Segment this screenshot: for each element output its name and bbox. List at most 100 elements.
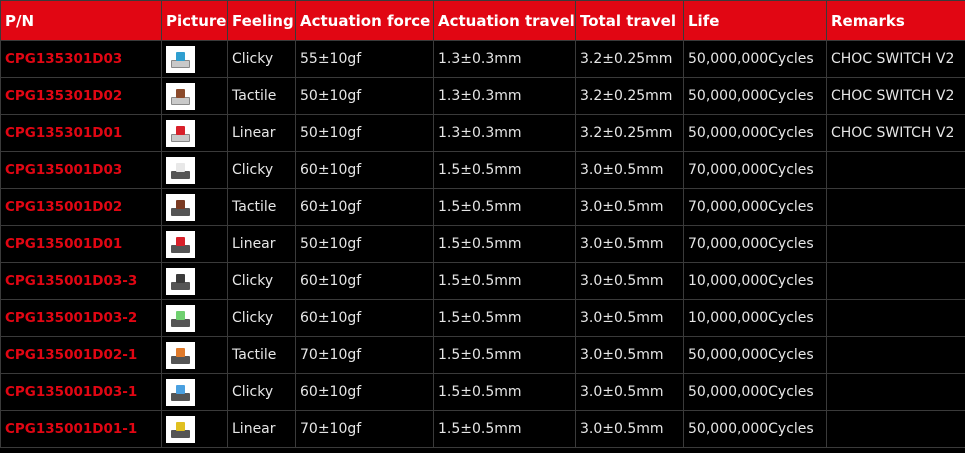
total-travel-cell: 3.0±0.5mm [575, 262, 684, 300]
header-life: Life [683, 0, 827, 41]
picture-cell [161, 410, 228, 448]
part-number-cell: CPG135301D01 [0, 114, 162, 152]
header-remarks: Remarks [826, 0, 965, 41]
life-cell: 50,000,000Cycles [683, 410, 827, 448]
feeling-cell: Linear [227, 410, 296, 448]
key-switch-icon [166, 193, 195, 221]
actuation-travel-cell: 1.5±0.5mm [433, 151, 576, 189]
remarks-cell: CHOC SWITCH V2 [826, 77, 965, 115]
total-travel-cell: 3.0±0.5mm [575, 410, 684, 448]
actuation-travel-cell: 1.5±0.5mm [433, 188, 576, 226]
key-switch-icon [166, 45, 195, 73]
picture-cell [161, 151, 228, 189]
table-row: CPG135001D01-1 Linear 70±10gf 1.5±0.5mm 3.0±… [0, 410, 965, 448]
total-travel-cell: 3.2±0.25mm [575, 77, 684, 115]
table-row: CPG135001D03-2 Clicky 60±10gf 1.5±0.5mm 3.0±… [0, 299, 965, 337]
actuation-travel-cell: 1.5±0.5mm [433, 225, 576, 263]
feeling-cell: Clicky [227, 40, 296, 78]
feeling-cell: Clicky [227, 151, 296, 189]
actuation-travel-cell: 1.5±0.5mm [433, 299, 576, 337]
picture-cell [161, 40, 228, 78]
life-cell: 50,000,000Cycles [683, 40, 827, 78]
remarks-cell [826, 299, 965, 337]
remarks-cell [826, 225, 965, 263]
actuation-travel-cell: 1.5±0.5mm [433, 262, 576, 300]
table-row: CPG135001D03-3 Clicky 60±10gf 1.5±0.5mm 3.0±… [0, 262, 965, 300]
feeling-cell: Tactile [227, 336, 296, 374]
remarks-cell [826, 188, 965, 226]
table-row: CPG135001D02-1 Tactile 70±10gf 1.5±0.5mm 3.0… [0, 336, 965, 374]
part-number-cell: CPG135001D02 [0, 188, 162, 226]
total-travel-cell: 3.2±0.25mm [575, 40, 684, 78]
picture-cell [161, 225, 228, 263]
key-switch-icon [166, 230, 195, 258]
picture-cell [161, 114, 228, 152]
table-row: CPG135301D03 Clicky 55±10gf 1.3±0.3mm 3.2±0.… [0, 40, 965, 78]
total-travel-cell: 3.0±0.5mm [575, 188, 684, 226]
total-travel-cell: 3.0±0.5mm [575, 336, 684, 374]
table-row: CPG135301D01 Linear 50±10gf 1.3±0.3mm 3.2±0.… [0, 114, 965, 152]
actuation-travel-cell: 1.3±0.3mm [433, 77, 576, 115]
life-cell: 70,000,000Cycles [683, 188, 827, 226]
total-travel-cell: 3.0±0.5mm [575, 373, 684, 411]
feeling-cell: Clicky [227, 262, 296, 300]
total-travel-cell: 3.0±0.5mm [575, 225, 684, 263]
part-number-cell: CPG135001D01-1 [0, 410, 162, 448]
actuation-force-cell: 60±10gf [295, 262, 434, 300]
part-number-cell: CPG135301D02 [0, 77, 162, 115]
key-switch-icon [166, 415, 195, 443]
feeling-cell: Linear [227, 114, 296, 152]
actuation-travel-cell: 1.3±0.3mm [433, 40, 576, 78]
feeling-cell: Tactile [227, 188, 296, 226]
remarks-cell [826, 410, 965, 448]
picture-cell [161, 77, 228, 115]
header-picture: Picture [161, 0, 228, 41]
life-cell: 50,000,000Cycles [683, 373, 827, 411]
picture-cell [161, 188, 228, 226]
table-row: CPG135001D02 Tactile 60±10gf 1.5±0.5mm 3.0±0… [0, 188, 965, 226]
part-number-cell: CPG135001D02-1 [0, 336, 162, 374]
remarks-cell [826, 151, 965, 189]
picture-cell [161, 262, 228, 300]
header-row: P/N Picture Feeling Actuation force Actu… [0, 0, 965, 41]
header-actuation-force: Actuation force [295, 0, 434, 41]
actuation-force-cell: 60±10gf [295, 373, 434, 411]
table-row: CPG135001D03-1 Clicky 60±10gf 1.5±0.5mm 3.0±… [0, 373, 965, 411]
life-cell: 10,000,000Cycles [683, 299, 827, 337]
feeling-cell: Clicky [227, 373, 296, 411]
remarks-cell [826, 262, 965, 300]
actuation-force-cell: 60±10gf [295, 299, 434, 337]
actuation-force-cell: 50±10gf [295, 225, 434, 263]
total-travel-cell: 3.0±0.5mm [575, 151, 684, 189]
part-number-cell: CPG135001D03 [0, 151, 162, 189]
life-cell: 50,000,000Cycles [683, 114, 827, 152]
picture-cell [161, 373, 228, 411]
actuation-travel-cell: 1.5±0.5mm [433, 373, 576, 411]
table-row: CPG135001D03 Clicky 60±10gf 1.5±0.5mm 3.0±0.… [0, 151, 965, 189]
actuation-force-cell: 60±10gf [295, 188, 434, 226]
key-switch-icon [166, 156, 195, 184]
actuation-force-cell: 70±10gf [295, 410, 434, 448]
key-switch-icon [166, 82, 195, 110]
life-cell: 50,000,000Cycles [683, 77, 827, 115]
key-switch-icon [166, 267, 195, 295]
part-number-cell: CPG135001D01 [0, 225, 162, 263]
actuation-travel-cell: 1.5±0.5mm [433, 410, 576, 448]
switch-spec-table: P/N Picture Feeling Actuation force Actu… [0, 0, 965, 448]
actuation-travel-cell: 1.5±0.5mm [433, 336, 576, 374]
actuation-force-cell: 50±10gf [295, 114, 434, 152]
feeling-cell: Linear [227, 225, 296, 263]
actuation-force-cell: 55±10gf [295, 40, 434, 78]
header-total-travel: Total travel [575, 0, 684, 41]
picture-cell [161, 336, 228, 374]
actuation-force-cell: 70±10gf [295, 336, 434, 374]
actuation-travel-cell: 1.3±0.3mm [433, 114, 576, 152]
remarks-cell: CHOC SWITCH V2 [826, 114, 965, 152]
feeling-cell: Tactile [227, 77, 296, 115]
remarks-cell: CHOC SWITCH V2 [826, 40, 965, 78]
actuation-force-cell: 50±10gf [295, 77, 434, 115]
table-row: CPG135301D02 Tactile 50±10gf 1.3±0.3mm 3.2±0… [0, 77, 965, 115]
life-cell: 50,000,000Cycles [683, 336, 827, 374]
key-switch-icon [166, 119, 195, 147]
life-cell: 10,000,000Cycles [683, 262, 827, 300]
